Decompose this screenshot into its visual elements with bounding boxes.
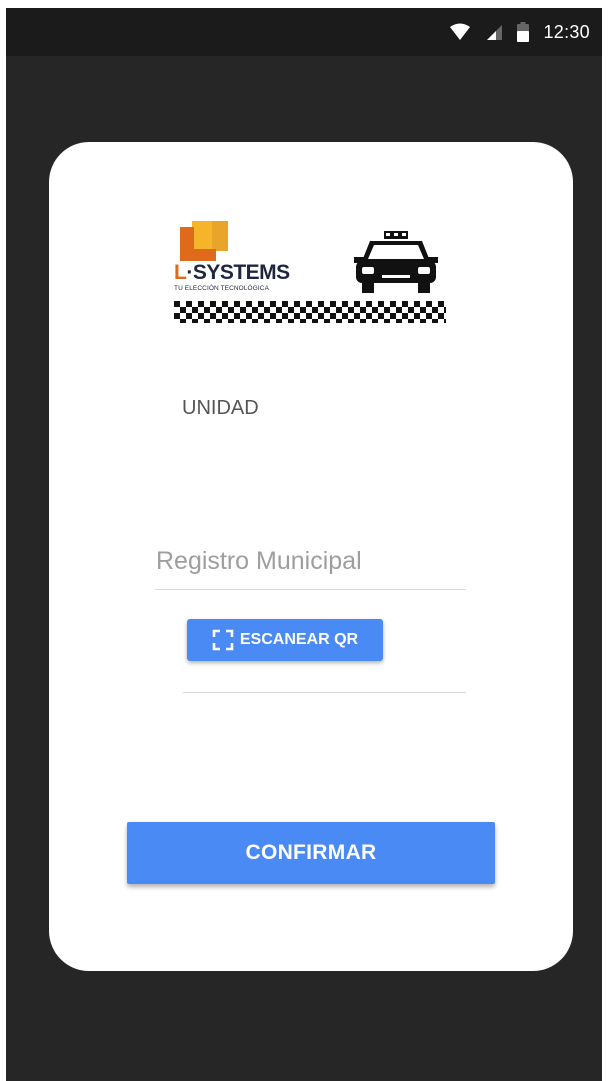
status-icons: 12:30 [449, 8, 590, 56]
login-card: L·SYSTEMS TU ELECCIÓN TECNOLÓGICA UNIDAD… [49, 142, 573, 971]
brand-rest: ·SYSTEMS [186, 261, 290, 284]
qr-scan-icon [212, 629, 234, 651]
unit-label: UNIDAD [182, 397, 259, 419]
brand-logo: L·SYSTEMS TU ELECCIÓN TECNOLÓGICA [168, 221, 448, 331]
signal-icon [487, 25, 503, 40]
battery-icon [517, 22, 530, 42]
confirm-button[interactable]: CONFIRMAR [127, 822, 495, 884]
app-screen: 12:30 L·SYSTEMS TU ELECCIÓN TECNOLÓGICA [6, 8, 602, 1081]
scan-qr-label: ESCANEAR QR [239, 631, 359, 648]
wifi-icon [450, 23, 471, 40]
checkered-stripe [174, 301, 446, 323]
scan-qr-button[interactable]: ESCANEAR QR [187, 619, 383, 661]
status-bar: 12:30 [6, 8, 602, 56]
status-clock: 12:30 [543, 21, 590, 42]
taxi-icon [354, 231, 438, 293]
brand-tagline: TU ELECCIÓN TECNOLÓGICA [174, 285, 270, 292]
divider [183, 692, 466, 693]
brand-name: L·SYSTEMS [174, 261, 290, 285]
brand-prefix: L [174, 261, 187, 284]
registro-municipal-input[interactable] [155, 534, 466, 590]
